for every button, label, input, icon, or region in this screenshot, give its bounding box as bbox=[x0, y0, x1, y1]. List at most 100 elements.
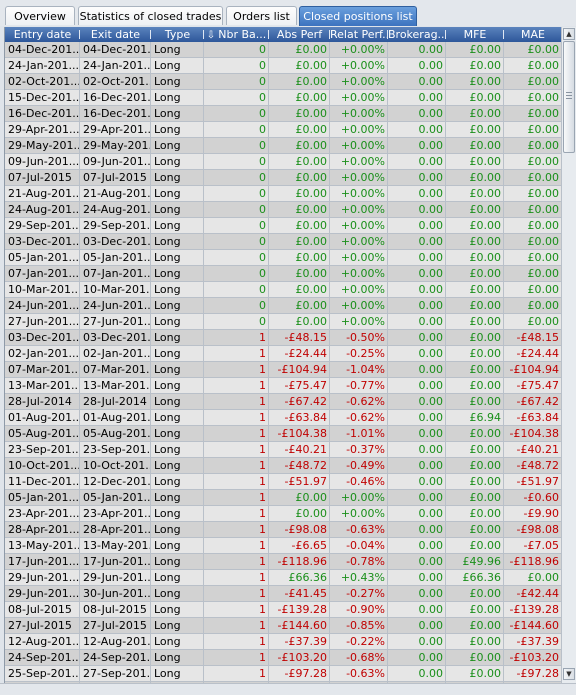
cell-abs-perf: -£37.39 bbox=[269, 634, 330, 649]
cell-type: Long bbox=[151, 458, 204, 473]
table-row[interactable]: 10-Mar-201... 10-Mar-201... Long 0 £0.00 +0.0… bbox=[5, 282, 562, 298]
cell-type: Long bbox=[151, 410, 204, 425]
column-header-exit-date[interactable]: Exit date bbox=[80, 27, 151, 42]
column-header-type[interactable]: Type bbox=[151, 27, 204, 42]
cell-mae: -£104.94 bbox=[504, 362, 562, 377]
cell-type: Long bbox=[151, 314, 204, 329]
table-row[interactable]: 07-Jan-201... 07-Jan-201... Long 0 £0.00 +0.0… bbox=[5, 266, 562, 282]
column-separator[interactable] bbox=[203, 30, 204, 39]
table-row[interactable]: 17-Jun-201... 17-Jun-201... Long 1 -£118.96-… bbox=[5, 554, 562, 570]
column-header-brokerage[interactable]: Brokerag... bbox=[388, 27, 446, 42]
cell-entry-date: 29-Jun-201... bbox=[5, 586, 80, 601]
tab-overview[interactable]: Overview bbox=[5, 6, 75, 25]
table-row[interactable]: 05-Aug-201... 05-Aug-201... Long 1 -£104.38-… bbox=[5, 426, 562, 442]
table-row[interactable]: 23-Apr-201... 23-Apr-201... Long 1 £0.00 +0.0… bbox=[5, 506, 562, 522]
table-row[interactable]: 04-Dec-201... 04-Dec-201... Long 0 £0.00 +0.0… bbox=[5, 42, 562, 58]
cell-mae: £0.00 bbox=[504, 266, 562, 281]
cell-abs-perf: -£144.60 bbox=[269, 618, 330, 633]
column-header-mae[interactable]: MAE bbox=[504, 27, 562, 42]
cell-relat-perf: -0.85% bbox=[330, 618, 388, 633]
table-row[interactable]: 01-Aug-201... 01-Aug-201... Long 1 -£63.84 -0… bbox=[5, 410, 562, 426]
horizontal-scrollbar[interactable] bbox=[0, 683, 576, 695]
cell-mfe: £0.00 bbox=[446, 538, 504, 553]
table-row[interactable]: 09-Jun-201... 09-Jun-201... Long 0 £0.00 +0.0… bbox=[5, 154, 562, 170]
table-row[interactable]: 13-Mar-201... 13-Mar-201... Long 1 -£75.47 -0… bbox=[5, 378, 562, 394]
table-row[interactable]: 28-Apr-201... 28-Apr-201... Long 1 -£98.08 -0… bbox=[5, 522, 562, 538]
cell-type: Long bbox=[151, 218, 204, 233]
column-separator[interactable] bbox=[503, 30, 504, 39]
tab-closed-positions-list[interactable]: Closed positions list bbox=[299, 6, 417, 26]
cell-nbr-bars: 0 bbox=[204, 266, 269, 281]
cell-mae: £0.00 bbox=[504, 314, 562, 329]
tab-statistics-closed-trades[interactable]: Statistics of closed trades bbox=[78, 6, 223, 25]
table-row[interactable]: 24-Jun-201... 24-Jun-201... Long 0 £0.00 +0.0… bbox=[5, 298, 562, 314]
table-row[interactable]: 25-Sep-201... 27-Sep-201... Long 1 -£97.28 -0… bbox=[5, 666, 562, 682]
table-row[interactable]: 10-Oct-201... 10-Oct-201... Long 1 -£48.72 -0… bbox=[5, 458, 562, 474]
column-separator[interactable] bbox=[150, 30, 151, 39]
column-header-entry-date[interactable]: Entry date bbox=[5, 27, 80, 42]
table-row[interactable]: 05-Jan-201... 05-Jan-201... Long 0 £0.00 +0.0… bbox=[5, 250, 562, 266]
cell-type: Long bbox=[151, 666, 204, 681]
column-header-label: Abs Perf bbox=[276, 28, 323, 41]
table-row[interactable]: 12-Aug-201... 12-Aug-201... Long 1 -£37.39 -0… bbox=[5, 634, 562, 650]
table-row[interactable]: 02-Oct-201... 02-Oct-201... Long 0 £0.00 +0.0… bbox=[5, 74, 562, 90]
column-header-mfe[interactable]: MFE bbox=[446, 27, 504, 42]
table-row[interactable]: 16-Dec-201... 16-Dec-201... Long 0 £0.00 +0.0… bbox=[5, 106, 562, 122]
cell-nbr-bars: 1 bbox=[204, 410, 269, 425]
cell-brokerage: 0.00 bbox=[388, 58, 446, 73]
vertical-scrollbar[interactable]: ▲ ▼ bbox=[561, 27, 576, 683]
cell-type: Long bbox=[151, 474, 204, 489]
cell-entry-date: 23-Apr-201... bbox=[5, 506, 80, 521]
cell-mae: -£7.05 bbox=[504, 538, 562, 553]
column-separator[interactable] bbox=[79, 30, 80, 39]
table-row[interactable]: 02-Jan-201... 02-Jan-201... Long 1 -£24.44 -0… bbox=[5, 346, 562, 362]
cell-brokerage: 0.00 bbox=[388, 106, 446, 121]
cell-entry-date: 05-Jan-201... bbox=[5, 250, 80, 265]
table-row[interactable]: 24-Sep-201... 24-Sep-201... Long 1 -£103.20-… bbox=[5, 650, 562, 666]
table-row[interactable]: 07-Jul-2015 07-Jul-2015 Long 0 £0.00 +0.00% 0.… bbox=[5, 170, 562, 186]
column-header-nbr-bars[interactable]: ⇩ Nbr Ba... bbox=[204, 27, 269, 42]
cell-entry-date: 07-Mar-201... bbox=[5, 362, 80, 377]
table-row[interactable]: 24-Aug-201... 24-Aug-201... Long 0 £0.00 +0.0… bbox=[5, 202, 562, 218]
cell-brokerage: 0.00 bbox=[388, 602, 446, 617]
column-separator[interactable] bbox=[387, 30, 388, 39]
cell-mfe: £0.00 bbox=[446, 490, 504, 505]
table-row[interactable]: 27-Jun-201... 27-Jun-201... Long 0 £0.00 +0.0… bbox=[5, 314, 562, 330]
column-separator[interactable] bbox=[268, 30, 269, 39]
column-header-abs-perf[interactable]: Abs Perf bbox=[269, 27, 330, 42]
table-row[interactable]: 11-Dec-201... 12-Dec-201... Long 1 -£51.97 -0… bbox=[5, 474, 562, 490]
cell-mfe: £0.00 bbox=[446, 650, 504, 665]
table-row[interactable]: 03-Dec-201... 03-Dec-201... Long 0 £0.00 +0.0… bbox=[5, 234, 562, 250]
cell-nbr-bars: 1 bbox=[204, 474, 269, 489]
table-row[interactable]: 08-Jul-2015 08-Jul-2015 Long 1 -£139.28 -0.90… bbox=[5, 602, 562, 618]
column-separator[interactable] bbox=[329, 30, 330, 39]
table-row[interactable]: 21-Aug-201... 21-Aug-201... Long 0 £0.00 +0.0… bbox=[5, 186, 562, 202]
table-row[interactable]: 13-May-201...13-May-201...Long1-£6.65-0.… bbox=[5, 538, 562, 554]
table-row[interactable]: 28-Jul-2014 28-Jul-2014 Long 1 -£67.42 -0.62%… bbox=[5, 394, 562, 410]
table-row[interactable]: 03-Dec-201... 03-Dec-201... Long 1 -£48.15 -0… bbox=[5, 330, 562, 346]
table-row[interactable]: 29-Apr-201... 29-Apr-201... Long 0 £0.00 +0.0… bbox=[5, 122, 562, 138]
table-row[interactable]: 07-Mar-201... 07-Mar-201... Long 1 -£104.94-… bbox=[5, 362, 562, 378]
cell-exit-date: 21-Aug-201... bbox=[80, 186, 151, 201]
cell-relat-perf: +0.00% bbox=[330, 186, 388, 201]
table-row[interactable]: 29-Jun-201... 30-Jun-201... Long 1 -£41.45 -0… bbox=[5, 586, 562, 602]
table-row[interactable]: 15-Dec-201... 16-Dec-201... Long 0 £0.00 +0.0… bbox=[5, 90, 562, 106]
table-row[interactable]: 29-May-201...29-May-201...Long0£0.00+0.0… bbox=[5, 138, 562, 154]
cell-nbr-bars: 1 bbox=[204, 602, 269, 617]
table-row[interactable]: 27-Jul-2015 27-Jul-2015 Long 1 -£144.60 -0.85… bbox=[5, 618, 562, 634]
table-row[interactable]: 05-Jan-201... 05-Jan-201... Long 1 £0.00 +0.0… bbox=[5, 490, 562, 506]
table-row[interactable]: 24-Jan-201... 24-Jan-201... Long 0 £0.00 +0.0… bbox=[5, 58, 562, 74]
scrollbar-thumb[interactable] bbox=[563, 41, 575, 153]
column-header-relat-perf[interactable]: Relat Perf... bbox=[330, 27, 388, 42]
column-separator[interactable] bbox=[445, 30, 446, 39]
tab-orders-list[interactable]: Orders list bbox=[226, 6, 297, 25]
table-row[interactable]: 29-Jun-201... 29-Jun-201... Long 1 £66.36 +0.… bbox=[5, 570, 562, 586]
cell-exit-date: 07-Jan-201... bbox=[80, 266, 151, 281]
table-row[interactable]: 29-Sep-201... 29-Sep-201... Long 0 £0.00 +0.0… bbox=[5, 218, 562, 234]
closed-positions-table: Entry date Exit date Type ⇩ Nbr Ba... Abs Pe… bbox=[4, 27, 562, 683]
scroll-up-button[interactable]: ▲ bbox=[563, 28, 575, 40]
table-row[interactable]: 23-Sep-201... 23-Sep-201... Long 1 -£40.21 -0… bbox=[5, 442, 562, 458]
scroll-down-button[interactable]: ▼ bbox=[563, 668, 575, 680]
cell-exit-date: 16-Dec-201... bbox=[80, 90, 151, 105]
column-header-label: MFE bbox=[463, 28, 487, 41]
